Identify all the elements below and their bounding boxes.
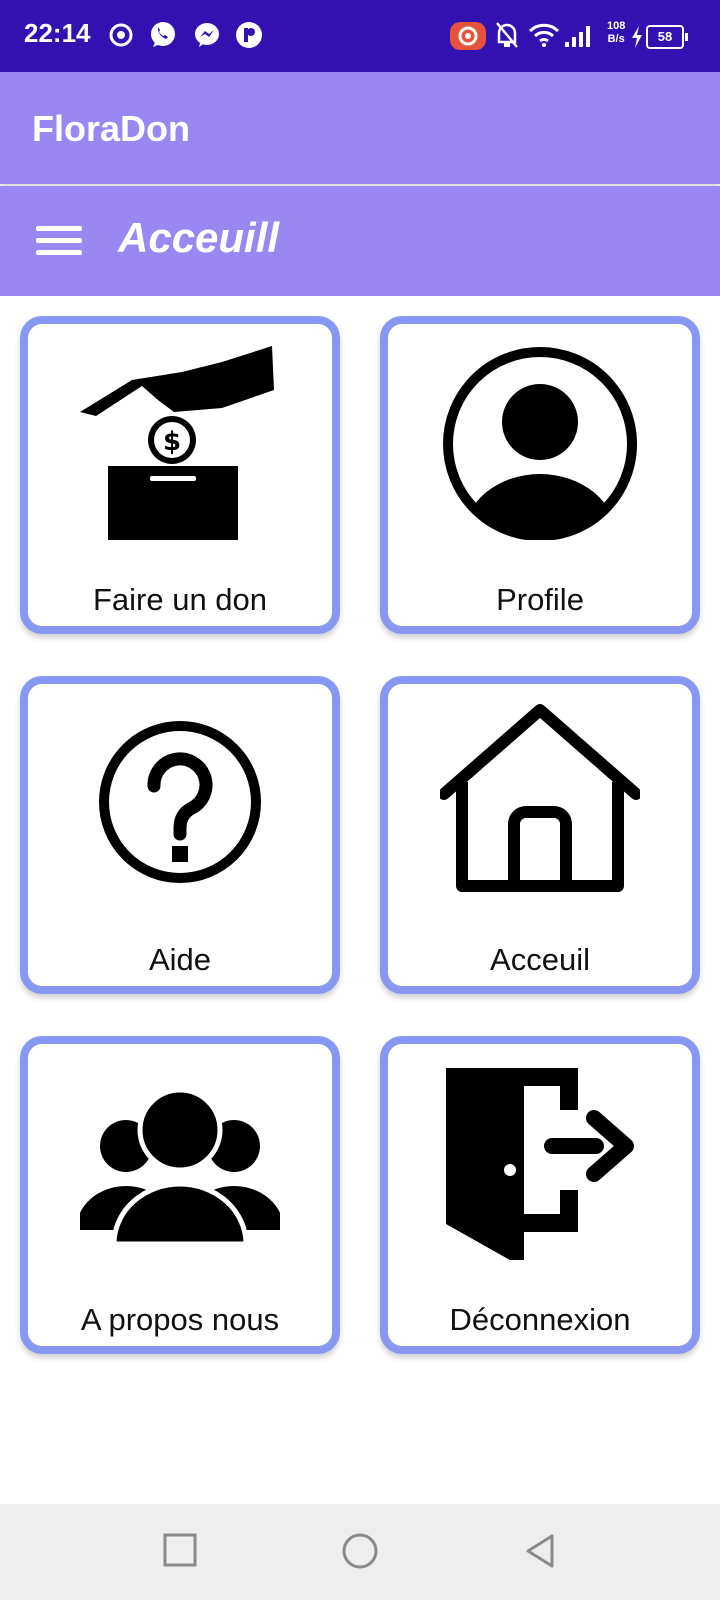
network-speed-unit: B/s bbox=[607, 33, 625, 45]
screen-record-icon bbox=[108, 22, 134, 53]
donation-icon: $ bbox=[80, 340, 280, 546]
group-icon bbox=[76, 1060, 284, 1260]
home-circle-icon[interactable] bbox=[340, 1532, 380, 1572]
status-system-icons: 108 B/s 58 bbox=[440, 16, 710, 56]
help-icon bbox=[80, 700, 280, 900]
recent-apps-icon[interactable] bbox=[162, 1532, 198, 1568]
mute-notifications-icon bbox=[494, 20, 520, 55]
tile-label: A propos nous bbox=[80, 1302, 280, 1337]
tile-acceuil[interactable]: Acceuil bbox=[380, 676, 700, 994]
tile-label: Déconnexion bbox=[449, 1302, 631, 1337]
wifi-icon bbox=[528, 22, 560, 53]
page-title: Acceuill bbox=[118, 214, 280, 261]
hamburger-menu-icon[interactable] bbox=[36, 220, 84, 262]
svg-text:$: $ bbox=[163, 427, 181, 457]
home-icon bbox=[438, 700, 642, 900]
tile-deconnexion[interactable]: Déconnexion bbox=[380, 1036, 700, 1354]
battery-level: 58 bbox=[646, 25, 688, 49]
tile-a-propos-nous[interactable]: A propos nous bbox=[20, 1036, 340, 1354]
charging-icon bbox=[630, 26, 644, 53]
status-time: 22:14 bbox=[24, 18, 91, 48]
tile-label: Aide bbox=[148, 942, 212, 977]
app-notification-icon bbox=[234, 20, 264, 55]
tile-profile[interactable]: Profile bbox=[380, 316, 700, 634]
system-navigation-bar bbox=[0, 1504, 720, 1600]
tile-label: Acceuil bbox=[490, 942, 590, 977]
network-speed: 108 B/s bbox=[607, 20, 625, 46]
whatsapp-icon bbox=[148, 20, 178, 55]
messenger-icon bbox=[192, 20, 222, 55]
recording-indicator-icon bbox=[450, 22, 486, 50]
tile-label: Faire un don bbox=[92, 582, 268, 617]
tile-label: Profile bbox=[496, 582, 584, 617]
app-bar: FloraDon bbox=[0, 72, 720, 184]
tile-aide[interactable]: Aide bbox=[20, 676, 340, 994]
app-title: FloraDon bbox=[32, 108, 190, 149]
network-speed-value: 108 bbox=[607, 20, 626, 32]
signal-icon bbox=[564, 24, 594, 53]
profile-icon bbox=[440, 340, 640, 541]
toolbar: Acceuill bbox=[0, 186, 720, 296]
status-bar: 22:14 108 B/s 58 bbox=[0, 0, 720, 72]
tile-faire-un-don[interactable]: $ Faire un don bbox=[20, 316, 340, 634]
back-icon[interactable] bbox=[522, 1532, 558, 1572]
logout-icon bbox=[440, 1060, 640, 1268]
